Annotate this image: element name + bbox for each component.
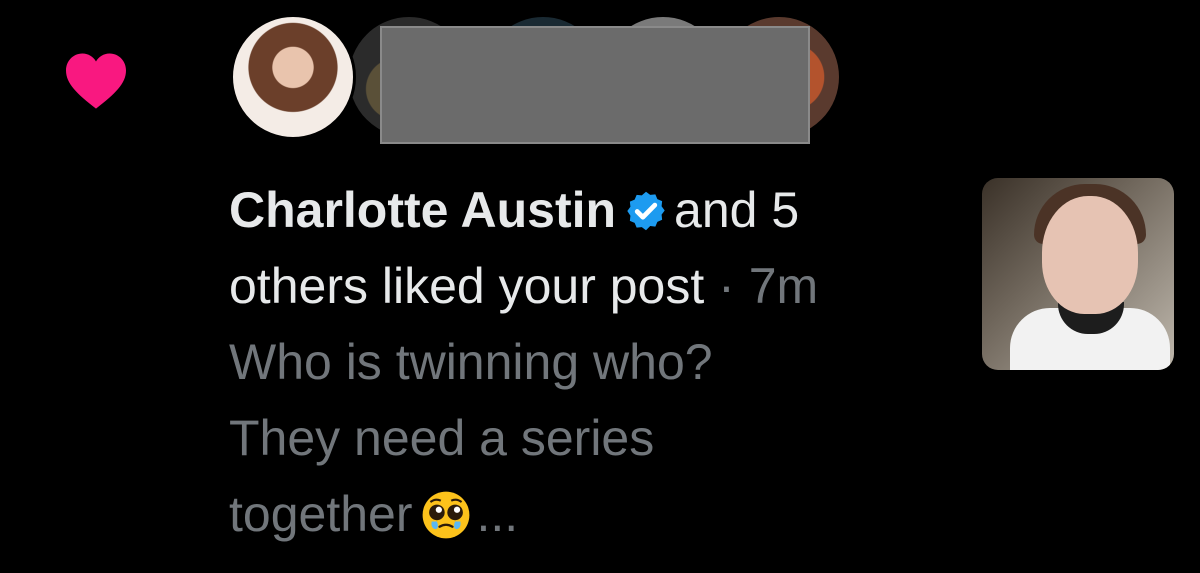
timestamp: 7m: [748, 258, 819, 314]
verified-badge-icon: [627, 191, 665, 231]
post-preview-text: together: [229, 486, 413, 542]
avatar[interactable]: [230, 14, 356, 140]
pleading-face-emoji-icon: [423, 491, 470, 539]
redaction-box: [380, 26, 810, 144]
post-preview-line1: Who is twinning who?: [229, 334, 713, 390]
notification-headline-line1: Charlotte Austin and 5: [229, 172, 949, 248]
action-text: others liked your post: [229, 258, 705, 314]
notification-text[interactable]: Charlotte Austin and 5 others liked your…: [229, 172, 949, 552]
user-name[interactable]: Charlotte Austin: [229, 182, 616, 238]
liker-avatars: [230, 14, 850, 144]
action-prefix: and 5: [674, 182, 800, 238]
ellipsis: ...: [476, 486, 519, 542]
post-preview-line2: They need a series: [229, 410, 655, 466]
heart-icon: [66, 53, 126, 109]
notification-headline-line2: others liked your post · 7m: [229, 248, 949, 324]
separator-dot: ·: [718, 258, 735, 314]
post-thumbnail[interactable]: [982, 178, 1174, 370]
post-preview-line3: together ...: [229, 476, 949, 552]
